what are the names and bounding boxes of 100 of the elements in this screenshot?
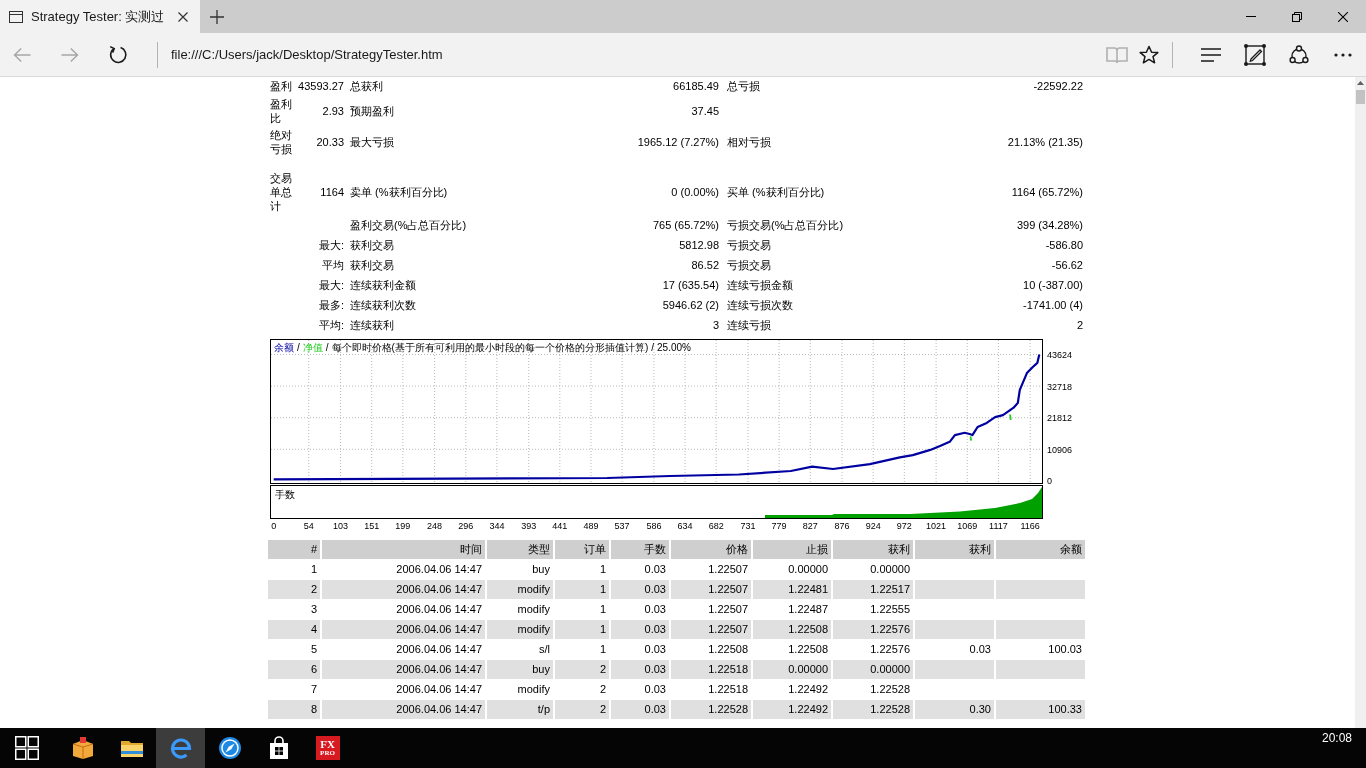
stat-value: 17 (635.54) xyxy=(662,277,719,292)
table-cell-text: 1.22518 xyxy=(707,682,749,698)
table-cell-text: 2006.04.06 14:47 xyxy=(395,682,483,698)
stat-value: -586.80 xyxy=(1045,237,1083,252)
axis-tick-label: 21812 xyxy=(1047,413,1073,424)
stat-label: 连续获利次数 xyxy=(350,297,416,312)
stat-qualifier: 最大: xyxy=(318,277,344,292)
table-cell-text: 3 xyxy=(309,602,318,618)
table-cell-text: modify xyxy=(516,602,551,618)
axis-tick-label: 344 xyxy=(489,520,505,531)
stat-value: 5946.62 (2) xyxy=(662,297,719,312)
axis-tick-label: 489 xyxy=(583,520,599,531)
box-icon xyxy=(70,736,95,760)
stat-label: 获利交易 xyxy=(350,237,394,252)
table-cell-text: 1 xyxy=(598,642,607,658)
table-cell: 1.22576 xyxy=(833,620,913,639)
column-header: 订单 xyxy=(555,540,609,559)
axis-tick-label: 393 xyxy=(521,520,537,531)
table-cell-text: 1 xyxy=(309,562,318,578)
stat-value: 86.52 xyxy=(691,257,719,272)
stat-label: 预期盈利 xyxy=(350,104,394,118)
stat-label: 连续亏损次数 xyxy=(727,297,793,312)
axis-tick-label: 296 xyxy=(458,520,474,531)
column-header: 类型 xyxy=(487,540,553,559)
stat-value: 2 xyxy=(1076,317,1083,332)
table-cell: 2 xyxy=(555,660,609,679)
table-cell: 0.03 xyxy=(611,660,669,679)
table-cell: 2006.04.06 14:47 xyxy=(322,620,485,639)
axis-tick-label: 1021 xyxy=(926,520,947,531)
table-cell: 2006.04.06 14:47 xyxy=(322,660,485,679)
table-cell: 8 xyxy=(268,700,320,719)
compass-icon xyxy=(217,736,242,760)
axis-tick-label: 199 xyxy=(395,520,411,531)
table-cell-text: 1.22508 xyxy=(707,642,749,658)
minimize-icon xyxy=(1246,16,1256,17)
table-cell-text: 0.03 xyxy=(968,642,992,658)
table-cell: 1 xyxy=(555,620,609,639)
stat-value: -1741.00 (4) xyxy=(1023,297,1083,312)
axis-tick-label: 43624 xyxy=(1047,350,1073,360)
stat-label: 获利交易 xyxy=(350,257,394,272)
plus-icon xyxy=(209,9,224,24)
table-cell: 0.30 xyxy=(915,700,994,719)
table-cell: 1.22508 xyxy=(753,620,831,639)
table-cell-text: 1.22555 xyxy=(869,602,911,618)
axis-tick-label: 537 xyxy=(614,520,630,531)
table-cell: 0.03 xyxy=(611,580,669,599)
stat-value: 1164 xyxy=(320,185,344,199)
table-cell: 1.22517 xyxy=(833,580,913,599)
table-cell-text: 2006.04.06 14:47 xyxy=(395,562,483,578)
stat-qualifier: 平均: xyxy=(318,317,344,332)
table-cell: 0.00000 xyxy=(753,660,831,679)
table-cell-text: 1.22576 xyxy=(869,642,911,658)
stat-label: 连续获利金额 xyxy=(350,277,416,292)
column-header: 获利 xyxy=(915,540,994,559)
table-cell-text: s/l xyxy=(538,642,551,658)
share-icon xyxy=(1288,43,1310,66)
browser-tab[interactable]: Strategy Tester: 实测过 xyxy=(0,0,200,33)
table-cell: 2 xyxy=(268,580,320,599)
stat-label: 连续亏损 xyxy=(727,317,771,332)
clock-time: 20:08 xyxy=(1322,731,1352,747)
table-cell: 4 xyxy=(268,620,320,639)
back-arrow-icon xyxy=(13,46,31,63)
table-cell-text: 0.00000 xyxy=(787,562,829,578)
column-header: 价格 xyxy=(671,540,751,559)
stat-qualifier: 最多: xyxy=(318,297,344,312)
stat-label: 盈利 xyxy=(270,78,293,93)
table-cell: 1.22492 xyxy=(753,700,831,719)
stat-label: 买单 (%获利百分比) xyxy=(727,185,825,199)
window-icon xyxy=(9,10,23,23)
column-header: 手数 xyxy=(611,540,669,559)
shopping-bag-icon xyxy=(267,736,290,760)
stat-value: 1965.12 (7.27%) xyxy=(637,135,719,149)
table-cell: 2006.04.06 14:47 xyxy=(322,580,485,599)
book-icon xyxy=(1106,45,1128,64)
axis-tick-label: 586 xyxy=(646,520,662,531)
table-cell-text: 7 xyxy=(309,682,318,698)
table-cell-text: 100.03 xyxy=(1047,642,1083,658)
table-cell: 1 xyxy=(555,580,609,599)
more-icon xyxy=(1334,52,1352,57)
axis-tick-label: 10906 xyxy=(1047,444,1073,455)
stat-label: 绝对亏损 xyxy=(270,128,293,156)
close-icon xyxy=(1338,11,1348,22)
stat-value: 37.45 xyxy=(691,104,719,118)
stat-value: 399 (34.28%) xyxy=(1016,217,1083,232)
table-cell-text: 5 xyxy=(309,642,318,658)
axis-tick-label: 682 xyxy=(708,520,724,531)
stat-label: 盈利交易(%占总百分比) xyxy=(350,217,467,232)
stat-qualifier: 最大: xyxy=(318,237,344,252)
table-cell-text: 1.22507 xyxy=(707,562,749,578)
address-input[interactable]: file:///C:/Users/jack/Desktop/StrategyTester.htm xyxy=(171,45,1084,64)
table-cell-text: 1.22487 xyxy=(787,602,829,618)
table-cell-text: buy xyxy=(531,562,551,578)
stat-value: -56.62 xyxy=(1051,257,1083,272)
table-cell: 1.22518 xyxy=(671,660,751,679)
scrollbar-thumb[interactable] xyxy=(1356,90,1365,104)
caret-up-icon[interactable] xyxy=(1357,81,1364,85)
stat-label: 盈利比 xyxy=(270,97,293,125)
stat-value: 2.93 xyxy=(322,104,344,118)
stat-label: 亏损交易 xyxy=(727,237,771,252)
axis-tick-label: 151 xyxy=(364,520,380,531)
